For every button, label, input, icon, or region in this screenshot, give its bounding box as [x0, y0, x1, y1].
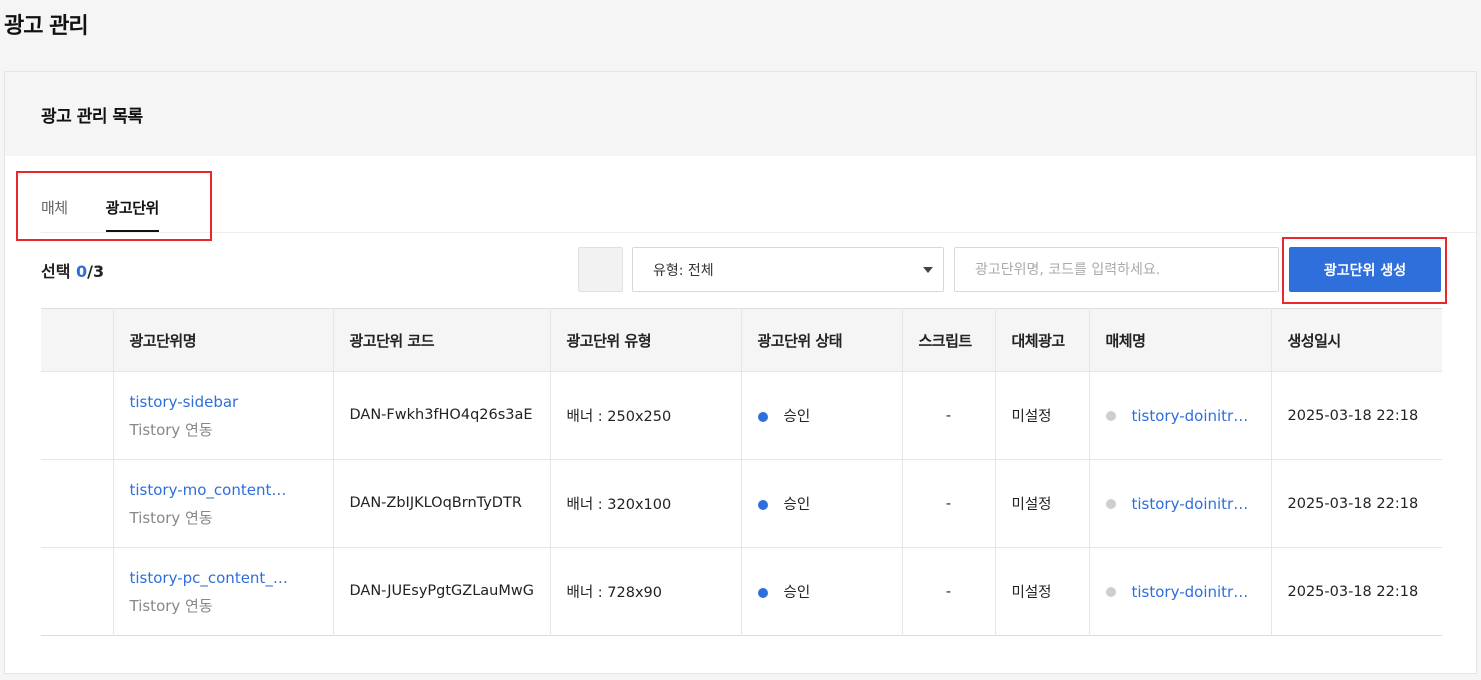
table-row[interactable]: tistory-sidebar Tistory 연동 DAN-Fwkh3fHO4…	[41, 371, 1442, 460]
name-cell: tistory-pc_content_… Tistory 연동	[112, 547, 333, 636]
ad-unit-code: DAN-ZbIJKLOqBrnTyDTR	[332, 459, 550, 548]
header-fallback-ad[interactable]: 대체광고	[994, 308, 1089, 372]
header-checkbox-column	[41, 308, 113, 372]
media-name-link[interactable]: tistory-doinitr…	[1132, 407, 1249, 425]
selected-count: 0	[76, 262, 88, 281]
status-dot-icon	[757, 500, 768, 510]
header-ad-unit-code[interactable]: 광고단위 코드	[332, 308, 550, 372]
header-ad-unit-type[interactable]: 광고단위 유형	[549, 308, 741, 372]
ad-unit-source: Tistory 연동	[129, 420, 213, 439]
ad-unit-name-link[interactable]: tistory-mo_content…	[130, 476, 325, 504]
header-created-at[interactable]: 생성일시	[1270, 308, 1442, 372]
ad-unit-code: DAN-JUEsyPgtGZLauMwG	[332, 547, 550, 636]
header-script[interactable]: 스크립트	[901, 308, 995, 372]
row-select-cell[interactable]	[41, 547, 113, 636]
row-select-cell[interactable]	[41, 371, 113, 460]
header-ad-unit-status[interactable]: 광고단위 상태	[740, 308, 902, 372]
row-select-cell[interactable]	[41, 459, 113, 548]
ad-management-card: 광고 관리 목록 매체 광고단위 선택 0/3 유형: 전체 광고단위 생성 광…	[4, 71, 1478, 674]
fallback-cell: 미설정	[994, 371, 1089, 460]
page-title: 광고 관리	[4, 14, 89, 39]
status-cell: 승인	[740, 547, 902, 636]
table-row[interactable]: tistory-mo_content… Tistory 연동 DAN-ZbIJK…	[41, 459, 1442, 548]
ad-unit-name-link[interactable]: tistory-pc_content_…	[130, 564, 325, 592]
header-ad-unit-name[interactable]: 광고단위명	[112, 308, 333, 372]
name-cell: tistory-mo_content… Tistory 연동	[112, 459, 333, 548]
ad-unit-table: 광고단위명 광고단위 코드 광고단위 유형 광고단위 상태 스크립트 대체광고 …	[41, 308, 1442, 636]
total-count: /3	[87, 262, 105, 281]
name-cell: tistory-sidebar Tistory 연동	[112, 371, 333, 460]
media-cell: tistory-doinitr…	[1088, 371, 1271, 460]
type-filter-value: 유형: 전체	[653, 262, 714, 279]
ad-unit-source: Tistory 연동	[129, 596, 213, 615]
media-dot-icon	[1105, 586, 1116, 597]
media-dot-icon	[1105, 410, 1116, 421]
media-name-link[interactable]: tistory-doinitr…	[1132, 583, 1249, 601]
status-cell: 승인	[740, 459, 902, 548]
script-cell: -	[901, 459, 995, 548]
table-header-row: 광고단위명 광고단위 코드 광고단위 유형 광고단위 상태 스크립트 대체광고 …	[41, 308, 1442, 372]
selection-counter: 선택 0/3	[41, 258, 104, 282]
tab-highlight-box	[16, 171, 212, 241]
status-cell: 승인	[740, 371, 902, 460]
script-cell: -	[901, 371, 995, 460]
chevron-down-icon	[923, 267, 933, 273]
card-title: 광고 관리 목록	[5, 72, 1476, 156]
tab-divider	[41, 232, 1478, 233]
media-cell: tistory-doinitr…	[1088, 547, 1271, 636]
created-cell: 2025-03-18 22:18	[1270, 547, 1442, 636]
status-text: 승인	[783, 585, 811, 601]
created-cell: 2025-03-18 22:18	[1270, 459, 1442, 548]
media-dot-icon	[1105, 498, 1116, 509]
status-text: 승인	[783, 409, 811, 425]
script-cell: -	[901, 547, 995, 636]
type-filter-select[interactable]: 유형: 전체	[632, 247, 944, 292]
fallback-cell: 미설정	[994, 547, 1089, 636]
ad-unit-type: 배너 : 250x250	[549, 371, 741, 460]
status-text: 승인	[783, 497, 811, 513]
media-cell: tistory-doinitr…	[1088, 459, 1271, 548]
status-dot-icon	[757, 412, 768, 422]
media-name-link[interactable]: tistory-doinitr…	[1132, 495, 1249, 513]
fallback-cell: 미설정	[994, 459, 1089, 548]
bulk-action-button[interactable]	[578, 247, 623, 292]
ad-unit-type: 배너 : 320x100	[549, 459, 741, 548]
ad-unit-type: 배너 : 728x90	[549, 547, 741, 636]
selection-label: 선택	[41, 262, 71, 281]
create-button-highlight-box	[1282, 237, 1447, 304]
ad-unit-code: DAN-Fwkh3fHO4q26s3aE	[332, 371, 550, 460]
header-media-name[interactable]: 매체명	[1088, 308, 1271, 372]
table-row[interactable]: tistory-pc_content_… Tistory 연동 DAN-JUEs…	[41, 547, 1442, 636]
status-dot-icon	[757, 588, 768, 598]
ad-unit-name-link[interactable]: tistory-sidebar	[130, 388, 325, 416]
search-input[interactable]	[954, 247, 1279, 292]
ad-unit-source: Tistory 연동	[129, 508, 213, 527]
created-cell: 2025-03-18 22:18	[1270, 371, 1442, 460]
